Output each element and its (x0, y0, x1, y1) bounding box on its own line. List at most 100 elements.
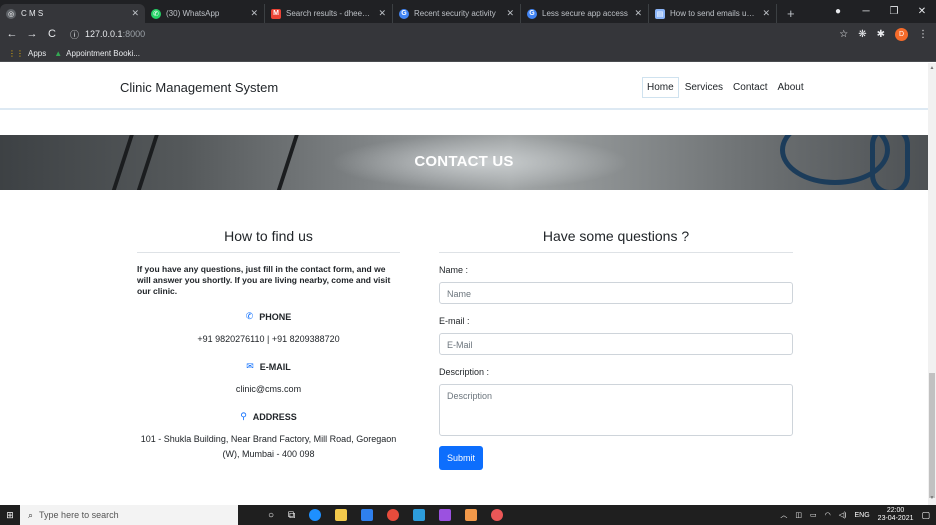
nav-contact[interactable]: Contact (729, 78, 771, 97)
menu-dots-icon[interactable]: ⋮ (918, 29, 928, 40)
app-icon[interactable] (491, 509, 504, 521)
email-input[interactable]: E-Mail (439, 333, 793, 355)
site-menu: Home Services Contact About (642, 77, 810, 98)
page-viewport: Clinic Management System Home Services C… (0, 63, 928, 505)
name-input[interactable]: Name (439, 282, 793, 304)
network-icon[interactable]: ◫ (795, 511, 802, 519)
find-us-intro: If you have any questions, just fill in … (137, 264, 391, 296)
close-icon[interactable]: ✕ (131, 8, 139, 19)
page-icon: ▤ (655, 8, 665, 19)
globe-icon: ◎ (6, 8, 16, 19)
close-icon[interactable]: ✕ (762, 8, 770, 19)
nav-about[interactable]: About (774, 78, 808, 97)
close-icon[interactable]: ✕ (378, 8, 386, 19)
chrome-icon[interactable] (387, 509, 400, 521)
contact-form: Have some questions ? Name : Name E-mail… (439, 228, 793, 470)
map-pin-icon: ⚲ (240, 411, 247, 421)
chevron-up-icon[interactable]: ︿ (780, 510, 787, 520)
task-view-icon[interactable]: ⧉ (288, 510, 295, 521)
back-icon[interactable]: ← (4, 28, 20, 40)
close-window-icon[interactable]: ✕ (908, 6, 936, 17)
form-title: Have some questions ? (439, 228, 793, 253)
windows-start-icon[interactable]: ⊞ (0, 510, 20, 521)
phone-heading: ✆ PHONE (137, 311, 400, 322)
email-heading: ✉ E-MAIL (137, 361, 400, 372)
language-indicator[interactable]: ENG (855, 512, 870, 519)
tab-gmail[interactable]: M Search results - dheerajpoo ✕ (265, 4, 393, 23)
toolbar-actions: ☆ ❋ ✱ D ⋮ (839, 23, 928, 45)
file-explorer-icon[interactable] (335, 509, 348, 521)
phone-label: PHONE (259, 311, 292, 322)
find-us-title: How to find us (137, 228, 400, 253)
scroll-down-icon[interactable]: ▼ (928, 495, 936, 503)
system-tray: ︿ ◫ ▭ ◠ ◁) ENG 22:00 23-04-2021 ▢ (780, 505, 930, 525)
tab-title: How to send emails using P (670, 9, 757, 18)
submit-button[interactable]: Submit (439, 446, 484, 470)
volume-icon[interactable]: ◁) (839, 511, 847, 519)
star-icon[interactable]: ☆ (839, 29, 848, 40)
tab-security[interactable]: G Recent security activity ✕ (393, 4, 521, 23)
bookmarks-bar: ⋮⋮ Apps ▲ Appointment Booki... (0, 45, 936, 62)
new-tab-button[interactable]: + (777, 4, 805, 23)
tab-title: (30) WhatsApp (166, 9, 220, 18)
email-value: clinic@cms.com (235, 384, 302, 394)
taskbar-search-placeholder: Type here to search (39, 510, 119, 520)
browser-tab-strip: ◎ C M S ✕ ✆ (30) WhatsApp ✕ M Search res… (0, 0, 936, 23)
gmail-icon: M (271, 8, 281, 19)
vscode-icon[interactable] (413, 509, 426, 521)
windows-taskbar: ⊞ ⌕ Type here to search ○ ⧉ ︿ ◫ ▭ ◠ ◁) E… (0, 505, 936, 525)
site-brand[interactable]: Clinic Management System (120, 80, 278, 95)
description-textarea[interactable]: Description (439, 384, 793, 436)
google-icon: G (527, 8, 537, 19)
extension-gear-icon[interactable]: ❋ (858, 29, 866, 40)
site-navbar: Clinic Management System Home Services C… (0, 63, 928, 110)
phone-value: +91 9820276110 | +91 8209388720 (197, 334, 340, 344)
close-icon[interactable]: ✕ (250, 8, 258, 19)
taskbar-apps: ○ ⧉ (268, 509, 504, 521)
sublime-icon[interactable] (465, 509, 478, 521)
forward-icon[interactable]: → (24, 28, 40, 40)
taskbar-search[interactable]: ⌕ Type here to search (20, 505, 238, 525)
tab-title: C M S (21, 9, 44, 18)
scroll-thumb[interactable] (929, 373, 935, 498)
store-icon[interactable] (361, 509, 374, 521)
tab-emails[interactable]: ▤ How to send emails using P ✕ (649, 4, 777, 23)
close-icon[interactable]: ✕ (506, 8, 514, 19)
battery-icon[interactable]: ▭ (810, 511, 817, 519)
extension-icon[interactable]: ● (824, 6, 852, 17)
minimize-icon[interactable]: ─ (852, 6, 880, 17)
nav-home[interactable]: Home (642, 77, 679, 98)
tab-title: Search results - dheerajpoo (286, 9, 372, 18)
nav-services[interactable]: Services (681, 78, 727, 97)
wifi-icon[interactable]: ◠ (825, 511, 831, 519)
edge-icon[interactable] (309, 509, 322, 521)
page-scrollbar[interactable]: ▲ ▼ (928, 63, 936, 505)
find-us-section: How to find us If you have any questions… (137, 228, 400, 462)
tab-cms[interactable]: ◎ C M S ✕ (0, 4, 145, 23)
bookmark-appointment[interactable]: ▲ Appointment Booki... (54, 49, 140, 58)
tab-title: Less secure app access (542, 9, 628, 18)
url-field[interactable]: ⓘ 127.0.0.1:8000 (70, 28, 145, 41)
info-icon[interactable]: ⓘ (70, 28, 79, 41)
scroll-up-icon[interactable]: ▲ (928, 65, 936, 73)
apps-grid-icon: ⋮⋮ (8, 48, 24, 58)
envelope-icon: ✉ (246, 361, 254, 371)
search-icon: ⌕ (28, 509, 34, 520)
reload-icon[interactable]: C (44, 28, 60, 40)
profile-avatar[interactable]: D (895, 27, 908, 41)
tab-whatsapp[interactable]: ✆ (30) WhatsApp ✕ (145, 4, 265, 23)
name-label: Name : (439, 265, 469, 275)
bookmark-label: Appointment Booki... (66, 48, 140, 58)
cortana-icon[interactable]: ○ (268, 510, 274, 521)
app-grid-icon[interactable] (439, 509, 452, 521)
clock[interactable]: 22:00 23-04-2021 (878, 507, 914, 523)
close-icon[interactable]: ✕ (634, 8, 642, 19)
clock-time: 22:00 (886, 507, 905, 514)
bookmark-apps[interactable]: ⋮⋮ Apps (8, 49, 46, 58)
notification-icon[interactable]: ▢ (921, 510, 930, 521)
clock-date: 23-04-2021 (877, 515, 914, 522)
puzzle-icon[interactable]: ✱ (877, 29, 885, 40)
tab-less-secure[interactable]: G Less secure app access ✕ (521, 4, 649, 23)
contact-banner: CONTACT US (0, 135, 928, 190)
maximize-icon[interactable]: ❐ (880, 6, 908, 17)
